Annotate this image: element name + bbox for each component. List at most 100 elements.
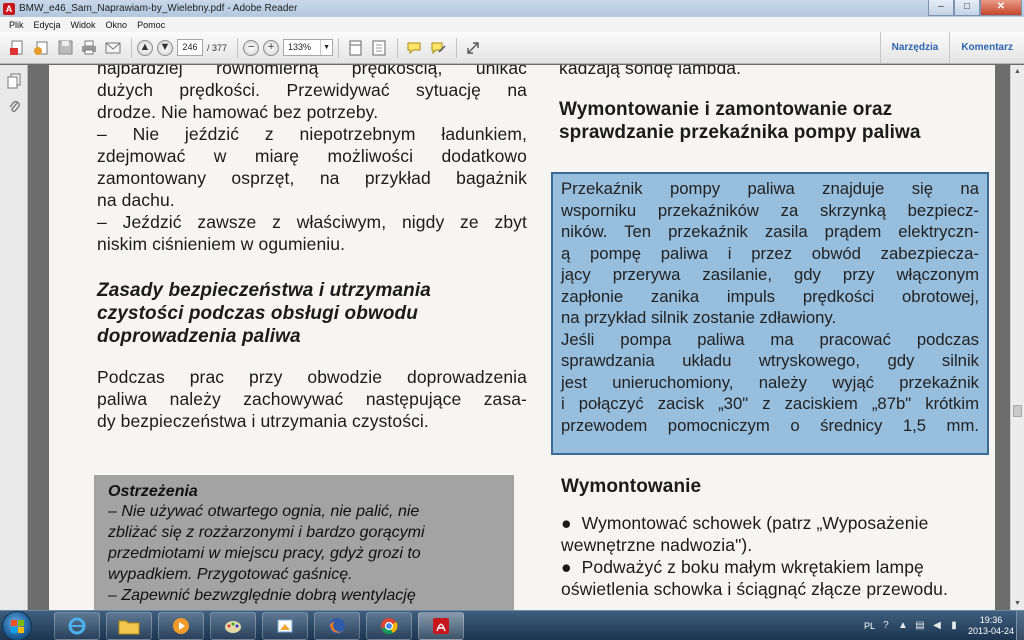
prev-page-icon[interactable]: ▲ <box>137 39 153 56</box>
bullet-text: Wymontować schowek (patrz „Wyposażenie <box>581 513 929 533</box>
text-line: zamontowany osprzęt, na przykład bagażni… <box>97 168 527 188</box>
info-line: Jeśli pompa paliwa ma pracować podczas <box>561 329 979 349</box>
menu-view[interactable]: Widok <box>66 20 101 30</box>
comment-bubble-icon[interactable] <box>403 37 425 59</box>
close-button[interactable]: ✕ <box>980 0 1022 16</box>
info-line: jest unieruchomiony, należy wyjąć przeka… <box>561 372 979 392</box>
pages-icon[interactable] <box>6 73 22 91</box>
bullet-text: Podważyć z boku małym wkrętakiem lampę <box>581 557 924 577</box>
print-icon[interactable] <box>78 37 100 59</box>
warning-line: zbliżać się z rozżarzonymi i bardzo gorą… <box>108 524 425 541</box>
heading-line: czystości podczas obsługi obwodu <box>97 303 418 324</box>
text-line: niskim ciśnieniem w ogumieniu. <box>97 234 346 254</box>
attachments-icon[interactable] <box>6 99 22 117</box>
clock-time: 19:36 <box>979 615 1003 625</box>
section-heading: Zasady bezpieczeństwa i utrzymania czyst… <box>97 279 527 348</box>
maximize-button[interactable]: □ <box>954 0 980 16</box>
comment-tab[interactable]: Komentarz <box>949 32 1024 63</box>
menu-edit[interactable]: Edycja <box>29 20 66 30</box>
warning-line: – Nie używać otwartego ognia, nie palić,… <box>108 503 420 520</box>
warning-title: Ostrzeżenia <box>108 483 198 500</box>
help-icon[interactable]: ? <box>880 620 892 632</box>
zoom-out-button[interactable]: − <box>243 39 260 56</box>
paint-icon[interactable] <box>210 611 256 640</box>
info-line: wsporniku przekaźników za skrzynką bezpi… <box>561 200 979 220</box>
text-line: dużych prędkości. Przewidywać sytuację n… <box>97 80 527 100</box>
warning-line: – Zapewnić bezwzględnie dobrą wentylację <box>108 587 416 604</box>
scroll-up-icon[interactable]: ▲ <box>1011 65 1024 78</box>
zoom-in-button[interactable]: + <box>263 39 280 56</box>
info-box: Przekaźnik pompy paliwa znajduje się na … <box>551 172 989 455</box>
show-hidden-icons-icon[interactable]: ▲ <box>897 620 909 632</box>
save-icon[interactable] <box>54 37 76 59</box>
info-line: ą pompę paliwa i przez obwód zabezpiecza… <box>561 243 979 263</box>
text-line: na dachu. <box>97 190 175 210</box>
battery-icon[interactable]: ▮ <box>948 620 960 632</box>
warning-line: przedmiotami w miejscu pracy, gdyż grozi… <box>108 545 421 562</box>
expand-icon[interactable] <box>462 37 484 59</box>
left-column: najbardziej równomierną prędkością, unik… <box>97 65 527 432</box>
paint-app-icon[interactable] <box>262 611 308 640</box>
menu-help[interactable]: Pomoc <box>132 20 170 30</box>
toolbar: ▲ ▼ 246 / 377 − + 133% ▼ Narzędzia Komen… <box>0 32 1024 64</box>
firefox-icon[interactable] <box>314 611 360 640</box>
single-page-icon[interactable] <box>344 37 366 59</box>
menu-file[interactable]: Plik <box>4 20 29 30</box>
heading-line: doprowadzenia paliwa <box>97 326 301 347</box>
info-line: Przekaźnik pompy paliwa znajduje się na <box>561 179 979 198</box>
menu-window[interactable]: Okno <box>101 20 133 30</box>
text-line: zdejmować w miarę możliwości dodatkowo <box>97 146 527 166</box>
edit-icon[interactable] <box>30 37 52 59</box>
network-icon[interactable]: ▤ <box>914 620 926 632</box>
clock[interactable]: 19:36 2013-04-24 <box>968 615 1014 637</box>
volume-icon[interactable]: ◀ <box>931 620 943 632</box>
scroll-thumb[interactable] <box>1013 405 1022 417</box>
text-line: dy bezpieczeństwa i utrzymania czystości… <box>97 411 429 431</box>
separator <box>397 37 399 58</box>
text-line: kadzają sondę lambda. <box>559 65 742 78</box>
document-view[interactable]: najbardziej równomierną prędkością, unik… <box>29 65 1010 610</box>
right-column: kadzają sondę lambda. Wymontowanie i zam… <box>559 65 989 144</box>
warning-box: Ostrzeżenia – Nie używać otwartego ognia… <box>94 475 514 610</box>
right-column-lower: Wymontowanie ● Wymontować schowek (patrz… <box>561 475 991 600</box>
info-line: sprawdzania układu wtryskowego, gdy siln… <box>561 351 979 370</box>
page-number-input[interactable]: 246 <box>177 39 203 56</box>
email-icon[interactable] <box>102 37 124 59</box>
file-explorer-icon[interactable] <box>106 611 152 640</box>
info-line: na przykład silnik zostanie zdławiony. <box>561 308 837 327</box>
next-page-icon[interactable]: ▼ <box>157 39 173 56</box>
tools-tab[interactable]: Narzędzia <box>879 32 950 63</box>
zoom-select[interactable]: 133% ▼ <box>283 39 334 56</box>
info-line: przewodem pomocniczym o średnicy 1,5 mm. <box>561 415 979 435</box>
scroll-down-icon[interactable]: ▼ <box>1011 597 1024 610</box>
warning-line: wypadkiem. Przygotować gaśnicę. <box>108 566 353 583</box>
minimize-button[interactable]: – <box>928 0 954 16</box>
bullet-line: ● Wymontować schowek (patrz „Wyposażenie <box>561 512 991 534</box>
windows-logo-icon <box>11 619 24 633</box>
chrome-icon[interactable] <box>366 611 412 640</box>
title-bar: A BMW_e46_Sam_Naprawiam-by_Wielebny.pdf … <box>0 0 1024 17</box>
text-line: – Nie jeździć z niepotrzebnym ładunkiem, <box>97 124 527 144</box>
info-line: i połączyć zacisk „30" z zaciskiem „87b"… <box>561 394 979 413</box>
fit-page-icon[interactable] <box>368 37 390 59</box>
taskbar: PL ? ▲ ▤ ◀ ▮ 19:36 2013-04-24 <box>0 610 1024 640</box>
adobe-reader-icon[interactable] <box>418 611 464 640</box>
media-player-icon[interactable] <box>158 611 204 640</box>
create-pdf-icon[interactable] <box>6 37 28 59</box>
separator <box>237 37 239 58</box>
vertical-scrollbar[interactable]: ▲ ▼ <box>1010 65 1024 610</box>
bullet-line: wewnętrzne nadwozia"). <box>561 535 753 555</box>
text-line: najbardziej równomierną prędkością, unik… <box>97 65 527 78</box>
start-button[interactable] <box>2 610 32 640</box>
highlight-icon[interactable] <box>427 37 449 59</box>
clock-date: 2013-04-24 <box>967 626 1014 636</box>
internet-explorer-icon[interactable] <box>54 611 100 640</box>
show-desktop-button[interactable] <box>1016 611 1024 640</box>
heading-line: sprawdzanie przekaźnika pompy paliwa <box>559 122 921 143</box>
subheading: Wymontowanie <box>561 476 702 497</box>
language-indicator[interactable]: PL <box>864 621 875 631</box>
